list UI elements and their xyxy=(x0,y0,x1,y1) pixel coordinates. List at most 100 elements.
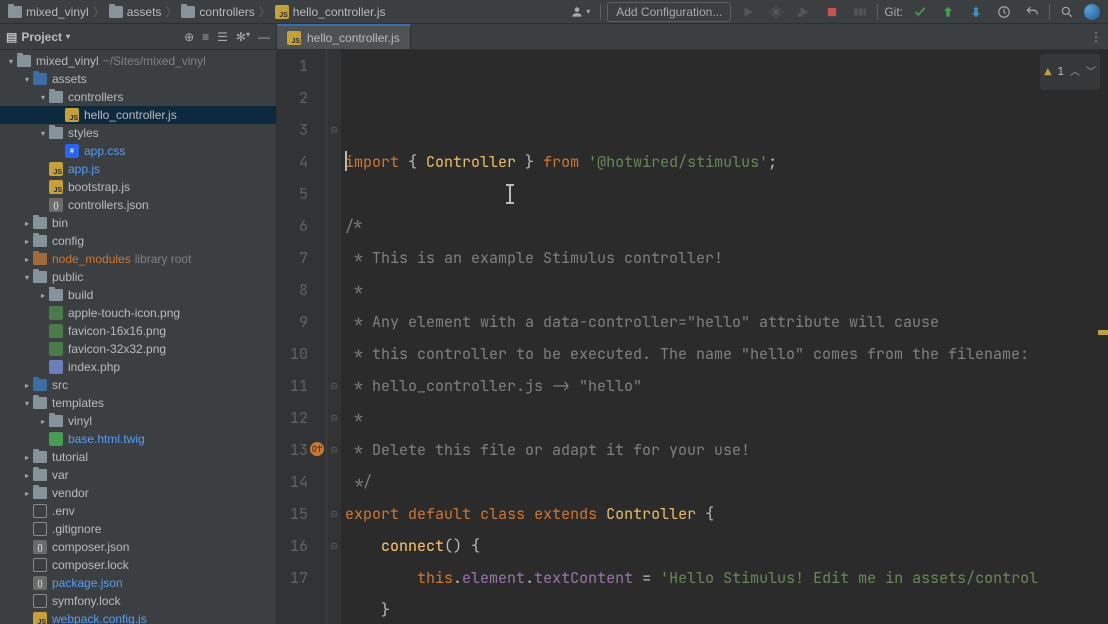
next-problem-icon[interactable]: ﹀ xyxy=(1086,56,1096,88)
tree-row[interactable]: ▾controllers xyxy=(0,88,276,106)
fold-marker[interactable]: ⊟ xyxy=(327,434,341,466)
code-area[interactable]: import { Controller } from '@hotwired/st… xyxy=(341,50,1108,624)
line-number[interactable]: 3 xyxy=(277,114,308,146)
line-number[interactable]: 17 xyxy=(277,562,308,594)
fold-marker[interactable]: ⊡ xyxy=(327,530,341,562)
tree-row[interactable]: ▸bin xyxy=(0,214,276,232)
fold-marker[interactable]: ⊟ xyxy=(327,402,341,434)
line-number[interactable]: 2 xyxy=(277,82,308,114)
inspection-widget[interactable]: ▲ 1 ︿ ﹀ xyxy=(1040,54,1100,90)
line-number[interactable]: 8 xyxy=(277,274,308,306)
line-number[interactable]: 6 xyxy=(277,210,308,242)
project-view-selector[interactable]: ▤ Project ▾ xyxy=(6,30,70,44)
chevron-right-icon[interactable]: ▸ xyxy=(22,453,32,462)
tree-row[interactable]: ▸node_moduleslibrary root xyxy=(0,250,276,268)
chevron-down-icon[interactable]: ▾ xyxy=(38,129,48,138)
chevron-down-icon[interactable]: ▾ xyxy=(38,93,48,102)
tree-row[interactable]: ▸config xyxy=(0,232,276,250)
breadcrumb-item[interactable]: controllers xyxy=(181,5,254,19)
tree-row[interactable]: ▾mixed_vinyl~/Sites/mixed_vinyl xyxy=(0,52,276,70)
expand-all-icon[interactable]: ≡ xyxy=(202,30,209,44)
code-line[interactable]: export default class extends Controller … xyxy=(345,498,1108,530)
tree-row[interactable]: favicon-16x16.png xyxy=(0,322,276,340)
project-tree[interactable]: ▾mixed_vinyl~/Sites/mixed_vinyl▾assets▾c… xyxy=(0,50,276,624)
tree-row[interactable]: base.html.twig xyxy=(0,430,276,448)
tree-row[interactable]: {}package.json xyxy=(0,574,276,592)
code-line[interactable]: * This is an example Stimulus controller… xyxy=(345,242,1108,274)
code-line[interactable]: */ xyxy=(345,466,1108,498)
line-number[interactable]: 10 xyxy=(277,338,308,370)
avatar[interactable] xyxy=(1084,4,1100,20)
tree-row[interactable]: index.php xyxy=(0,358,276,376)
override-marker-icon[interactable]: O↑ xyxy=(310,442,324,456)
hide-panel-icon[interactable]: — xyxy=(258,30,270,44)
tree-row[interactable]: ▸build xyxy=(0,286,276,304)
editor-scrollbar[interactable] xyxy=(1096,50,1108,624)
git-commit-icon[interactable] xyxy=(909,2,931,22)
fold-marker[interactable]: ⊡ xyxy=(327,370,341,402)
tree-row[interactable]: JSwebpack.config.js xyxy=(0,610,276,624)
tree-row[interactable]: {}controllers.json xyxy=(0,196,276,214)
run-with-coverage-icon[interactable] xyxy=(793,2,815,22)
breadcrumb-item[interactable]: assets xyxy=(109,5,162,19)
history-icon[interactable] xyxy=(993,2,1015,22)
chevron-down-icon[interactable]: ▾ xyxy=(22,75,32,84)
fold-marker[interactable]: ⊡ xyxy=(327,498,341,530)
chevron-right-icon[interactable]: ▸ xyxy=(38,417,48,426)
attach-icon[interactable] xyxy=(849,2,871,22)
tabbar-overflow-icon[interactable]: ⋮ xyxy=(1084,24,1108,49)
code-line[interactable]: } xyxy=(345,594,1108,624)
code-line[interactable]: * xyxy=(345,402,1108,434)
debug-icon[interactable] xyxy=(765,2,787,22)
breadcrumb-item[interactable]: JShello_controller.js xyxy=(275,5,386,19)
code-line[interactable]: this.element.textContent = 'Hello Stimul… xyxy=(345,562,1108,594)
tree-row[interactable]: ▾templates xyxy=(0,394,276,412)
tree-row[interactable]: ▸var xyxy=(0,466,276,484)
chevron-down-icon[interactable]: ▾ xyxy=(22,399,32,408)
fold-marker[interactable]: ⊟ xyxy=(327,114,341,146)
prev-problem-icon[interactable]: ︿ xyxy=(1070,56,1080,88)
code-line[interactable]: * this controller to be executed. The na… xyxy=(345,338,1108,370)
chevron-down-icon[interactable]: ▾ xyxy=(6,57,16,66)
code-line[interactable]: * Delete this file or adapt it for your … xyxy=(345,434,1108,466)
line-number-gutter[interactable]: 12345678910111213O↑14151617 xyxy=(277,50,327,624)
line-number[interactable]: 13O↑ xyxy=(277,434,308,466)
tree-row[interactable]: .gitignore xyxy=(0,520,276,538)
chevron-right-icon[interactable]: ▸ xyxy=(22,471,32,480)
line-number[interactable]: 12 xyxy=(277,402,308,434)
code-line[interactable]: /* xyxy=(345,210,1108,242)
select-opened-file-icon[interactable]: ⊕ xyxy=(184,30,194,44)
line-number[interactable]: 7 xyxy=(277,242,308,274)
rollback-icon[interactable] xyxy=(1021,2,1043,22)
breadcrumb-item[interactable]: mixed_vinyl xyxy=(8,5,89,19)
tree-row[interactable]: ▸vinyl xyxy=(0,412,276,430)
chevron-right-icon[interactable]: ▸ xyxy=(22,237,32,246)
tree-row[interactable]: symfony.lock xyxy=(0,592,276,610)
run-icon[interactable] xyxy=(737,2,759,22)
code-line[interactable]: * Any element with a data-controller="he… xyxy=(345,306,1108,338)
line-number[interactable]: 1 xyxy=(277,50,308,82)
tree-row[interactable]: #app.css xyxy=(0,142,276,160)
chevron-right-icon[interactable]: ▸ xyxy=(38,291,48,300)
code-line[interactable] xyxy=(345,178,1108,210)
tree-row[interactable]: {}composer.json xyxy=(0,538,276,556)
git-push-icon[interactable] xyxy=(937,2,959,22)
editor-tab[interactable]: JShello_controller.js xyxy=(277,24,411,49)
git-update-icon[interactable] xyxy=(965,2,987,22)
chevron-down-icon[interactable]: ▾ xyxy=(22,273,32,282)
tree-row[interactable]: ▸tutorial xyxy=(0,448,276,466)
tree-row[interactable]: ▸src xyxy=(0,376,276,394)
chevron-right-icon[interactable]: ▸ xyxy=(22,489,32,498)
collapse-all-icon[interactable]: ☰ xyxy=(217,30,228,44)
tree-row[interactable]: composer.lock xyxy=(0,556,276,574)
add-configuration-button[interactable]: Add Configuration... xyxy=(607,2,731,22)
code-line[interactable]: import { Controller } from '@hotwired/st… xyxy=(345,146,1108,178)
fold-column[interactable]: ⊟⊡⊟⊟⊡⊡ xyxy=(327,50,341,624)
search-icon[interactable] xyxy=(1056,2,1078,22)
code-line[interactable]: * xyxy=(345,274,1108,306)
editor-body[interactable]: 12345678910111213O↑14151617 ⊟⊡⊟⊟⊡⊡ impor… xyxy=(277,50,1108,624)
tree-row[interactable]: ▾styles xyxy=(0,124,276,142)
tree-row[interactable]: apple-touch-icon.png xyxy=(0,304,276,322)
line-number[interactable]: 4 xyxy=(277,146,308,178)
line-number[interactable]: 15 xyxy=(277,498,308,530)
